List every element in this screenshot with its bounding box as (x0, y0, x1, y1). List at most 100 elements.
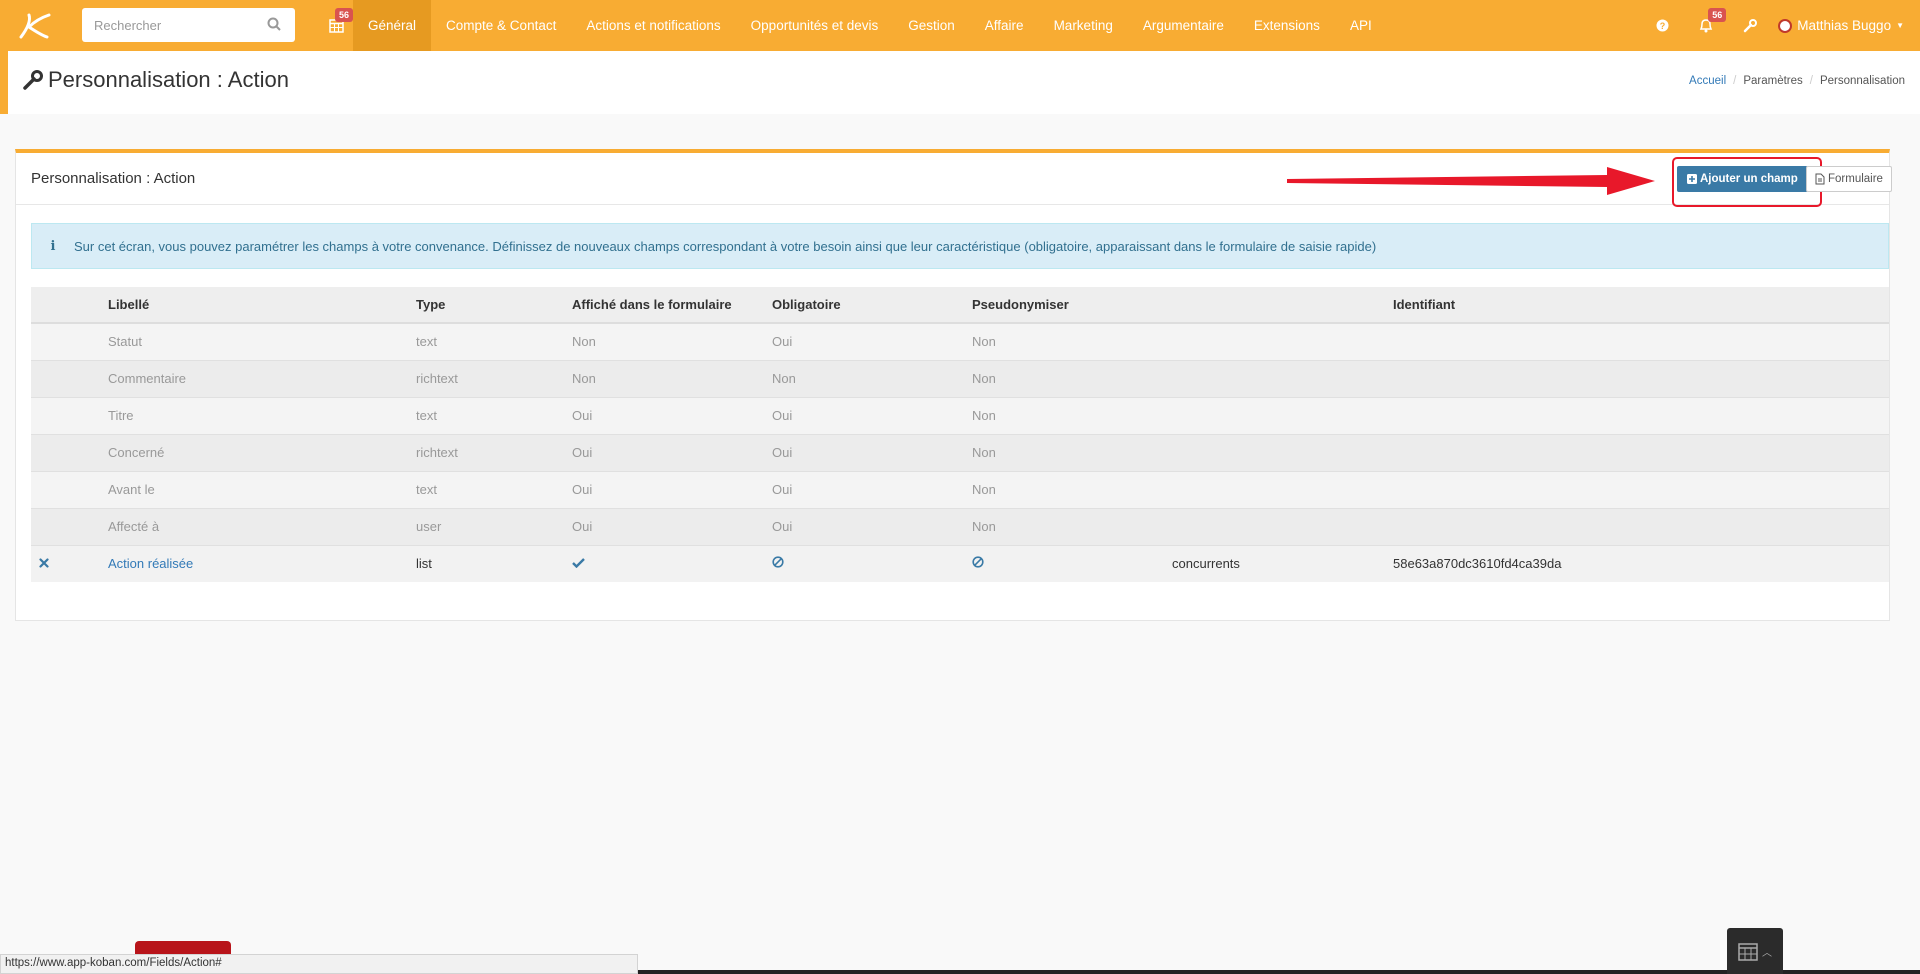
delete-field-button[interactable] (31, 544, 100, 582)
search-icon[interactable] (267, 17, 283, 33)
info-alert: i Sur cet écran, vous pouvez paramétrer … (31, 223, 1889, 269)
table-header-row: Libellé Type Affiché dans le formulaire … (31, 287, 1889, 324)
menu-item-general[interactable]: Général (353, 0, 432, 51)
table-cell: Non (964, 470, 1164, 508)
menu-item-argumentaire[interactable]: Argumentaire (1128, 0, 1239, 51)
breadcrumb-settings[interactable]: Paramètres (1743, 75, 1802, 87)
table-cell (1164, 322, 1385, 360)
table-cell: Non (964, 433, 1164, 471)
search-input[interactable]: Rechercher (94, 18, 267, 33)
menu-item-account-contact[interactable]: Compte & Contact (431, 0, 571, 51)
table-cell: 58e63a870dc3610fd4ca39da (1385, 544, 1889, 582)
table-cell: Non (964, 359, 1164, 397)
table-cell: concurrents (1164, 544, 1385, 582)
table-cell: Non (964, 396, 1164, 434)
table-cell (1385, 322, 1889, 360)
breadcrumb-home[interactable]: Accueil (1689, 75, 1726, 87)
table-cell: Non (764, 359, 964, 397)
help-icon: ? (1656, 19, 1669, 32)
user-name: Matthias Buggo (1797, 18, 1892, 33)
table-cell (31, 433, 100, 471)
menu-item-marketing[interactable]: Marketing (1039, 0, 1128, 51)
table-cell (31, 507, 100, 545)
menu-item-opportunities[interactable]: Opportunités et devis (736, 0, 894, 51)
column-header-label[interactable]: Libellé (100, 287, 408, 324)
table-cell (1385, 507, 1889, 545)
table-row-custom: Action réalisée list concurrents 58e63a8… (31, 544, 1889, 582)
table-row: Concerné richtext Oui Oui Non (31, 433, 1889, 471)
menu-item-extensions[interactable]: Extensions (1239, 0, 1335, 51)
panel-title: Personnalisation : Action (31, 170, 196, 187)
menu-item-affaire[interactable]: Affaire (970, 0, 1039, 51)
field-link[interactable]: Action réalisée (108, 556, 193, 571)
table-cell: Oui (564, 396, 764, 434)
table-cell: Concerné (100, 433, 408, 471)
menu-item-actions[interactable]: Actions et notifications (571, 0, 735, 51)
menu-item-gestion[interactable]: Gestion (893, 0, 970, 51)
table-cell: Avant le (100, 470, 408, 508)
table-cell: user (408, 507, 564, 545)
table-cell: Non (964, 322, 1164, 360)
notifications-button[interactable]: 56 (1684, 0, 1728, 51)
table-cell (1385, 396, 1889, 434)
close-icon (39, 558, 49, 568)
table-row: Avant le text Oui Oui Non (31, 470, 1889, 508)
page-header: Personnalisation : Action Accueil / Para… (0, 51, 1920, 114)
breadcrumb: Accueil / Paramètres / Personnalisation (1689, 75, 1905, 87)
column-header-type[interactable]: Type (408, 287, 564, 324)
ban-icon[interactable] (772, 556, 784, 568)
menu-item-api[interactable]: API (1335, 0, 1387, 51)
table-cell: Oui (564, 433, 764, 471)
table-row: Titre text Oui Oui Non (31, 396, 1889, 434)
table-cell: Non (564, 322, 764, 360)
table-cell (1164, 396, 1385, 434)
settings-button[interactable] (1728, 0, 1772, 51)
add-field-label: Ajouter un champ (1700, 173, 1798, 185)
info-icon: i (50, 238, 56, 254)
breadcrumb-separator: / (1733, 75, 1737, 87)
caret-down-icon: ▼ (1896, 21, 1904, 30)
calendar-button[interactable]: 56 (320, 0, 354, 51)
help-button[interactable]: ? (1640, 0, 1684, 51)
table-cell: Action réalisée (100, 544, 408, 582)
check-icon[interactable] (572, 558, 585, 569)
table-cell (31, 396, 100, 434)
table-cell: text (408, 396, 564, 434)
navbar-right: ? 56 Matthias Buggo ▼ (1640, 0, 1920, 51)
table-cell: Non (964, 507, 1164, 545)
page-title-text: Personnalisation : Action (48, 67, 289, 92)
table-cell: richtext (408, 433, 564, 471)
form-button[interactable]: Formulaire (1806, 166, 1892, 192)
user-menu[interactable]: Matthias Buggo ▼ (1772, 18, 1920, 33)
koban-logo[interactable] (0, 0, 70, 51)
ban-icon[interactable] (972, 556, 984, 568)
table-cell (31, 470, 100, 508)
avatar (1778, 18, 1793, 33)
table-cell (31, 322, 100, 360)
breadcrumb-current: Personnalisation (1819, 75, 1905, 87)
column-header-pseudonymize[interactable]: Pseudonymiser (964, 287, 1164, 324)
table-cell: Affecté à (100, 507, 408, 545)
search-box[interactable]: Rechercher (82, 8, 295, 42)
svg-text:?: ? (1660, 21, 1666, 31)
table-cell: Titre (100, 396, 408, 434)
table-cell: Non (564, 359, 764, 397)
column-header-identifier[interactable]: Identifiant (1385, 287, 1889, 324)
browser-status-url: https://www.app-koban.com/Fields/Action# (0, 954, 638, 974)
table-cell (31, 359, 100, 397)
table-cell: Statut (100, 322, 408, 360)
table-cell: list (408, 544, 564, 582)
table-cell (1164, 507, 1385, 545)
add-field-button[interactable]: Ajouter un champ (1677, 166, 1808, 192)
column-header-actions (31, 287, 100, 324)
column-header-displayed[interactable]: Affiché dans le formulaire (564, 287, 764, 324)
column-header-required[interactable]: Obligatoire (764, 287, 964, 324)
info-text: Sur cet écran, vous pouvez paramétrer le… (74, 238, 1377, 254)
table-cell (764, 544, 964, 582)
annotation-arrow (1287, 167, 1655, 195)
document-icon (1815, 173, 1825, 185)
breadcrumb-separator: / (1809, 75, 1813, 87)
feedback-tab[interactable] (135, 941, 231, 954)
calendar-widget[interactable]: ︿ (1727, 928, 1783, 974)
table-cell (1164, 433, 1385, 471)
